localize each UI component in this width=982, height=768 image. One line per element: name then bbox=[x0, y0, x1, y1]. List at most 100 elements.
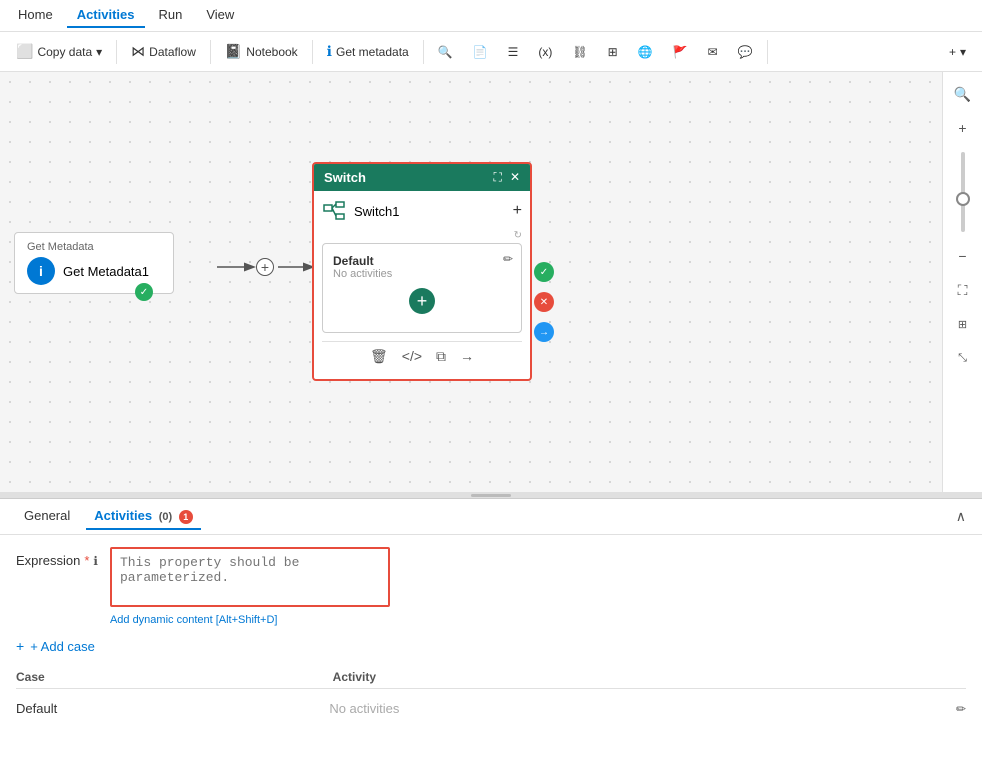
info-activity-icon: i bbox=[27, 257, 55, 285]
menu-run[interactable]: Run bbox=[149, 3, 193, 28]
tab-activities-label: Activities bbox=[94, 508, 152, 523]
switch-header: Switch ⛶ ✕ bbox=[314, 164, 530, 191]
expression-row: Expression * ℹ Add dynamic content [Alt+… bbox=[16, 547, 966, 626]
flag-icon: 🚩 bbox=[673, 45, 688, 59]
expression-hint: Add dynamic content [Alt+Shift+D] bbox=[110, 614, 966, 626]
fail-connector[interactable]: ✕ bbox=[534, 292, 554, 312]
close-switch-icon[interactable]: ✕ bbox=[510, 170, 520, 185]
menu-bar: Home Activities Run View bbox=[0, 0, 982, 32]
tab-activities-count: (0) bbox=[156, 511, 173, 523]
tab-activities[interactable]: Activities (0) 1 bbox=[86, 504, 201, 530]
globe-button[interactable]: 🌐 bbox=[630, 41, 661, 63]
switch-body: Switch1 + ↻ Default No activities ✏ + 🗑 bbox=[314, 191, 530, 379]
var-button[interactable]: ⊞ bbox=[600, 41, 626, 63]
bottom-content: Expression * ℹ Add dynamic content [Alt+… bbox=[0, 535, 982, 768]
add-activity-btn[interactable]: + bbox=[409, 288, 435, 314]
copy-switch-icon[interactable]: ⧉ bbox=[436, 348, 446, 365]
snippets-button[interactable]: 📄 bbox=[465, 41, 496, 63]
collapse-all-button[interactable]: ⤡ bbox=[949, 344, 977, 372]
canvas[interactable]: Get Metadata i Get Metadata1 ✓ + Switch … bbox=[0, 72, 982, 492]
node-title: Get Metadata bbox=[27, 241, 161, 253]
more-button[interactable]: + ▾ bbox=[941, 41, 974, 63]
case-edit-icon[interactable]: ✏ bbox=[503, 252, 513, 266]
get-metadata-button[interactable]: ℹ Get metadata bbox=[319, 39, 417, 64]
zoom-in-button[interactable]: + bbox=[949, 114, 977, 142]
menu-activities[interactable]: Activities bbox=[67, 3, 145, 28]
success-connector[interactable]: ✓ bbox=[534, 262, 554, 282]
switch-container[interactable]: Switch ⛶ ✕ bbox=[312, 162, 532, 381]
copy-data-icon: ⬜ bbox=[16, 43, 33, 60]
node-activity-label: Get Metadata1 bbox=[63, 264, 149, 279]
switch-header-icons: ⛶ ✕ bbox=[494, 170, 520, 185]
side-connectors: ✓ ✕ → bbox=[534, 262, 554, 342]
dataflow-icon: ⋈ bbox=[131, 43, 145, 60]
add-case-row[interactable]: + + Add case bbox=[16, 638, 966, 654]
arrange-button[interactable]: ⊞ bbox=[949, 310, 977, 338]
copy-data-dropdown-icon: ▾ bbox=[96, 45, 102, 59]
bottom-panel: General Activities (0) 1 ∧ Expression * … bbox=[0, 498, 982, 768]
teams-icon: 💬 bbox=[738, 45, 753, 59]
expand-switch-icon[interactable]: ⛶ bbox=[494, 170, 502, 185]
expression-control: Add dynamic content [Alt+Shift+D] bbox=[110, 547, 966, 626]
resize-handle-indicator bbox=[471, 494, 511, 497]
plus-connector[interactable]: + bbox=[256, 258, 274, 276]
zoom-out-button[interactable]: − bbox=[949, 242, 977, 270]
get-metadata-label: Get metadata bbox=[336, 45, 409, 59]
go-switch-icon[interactable]: → bbox=[460, 348, 474, 365]
globe-icon: 🌐 bbox=[638, 45, 653, 59]
var-icon: ⊞ bbox=[608, 45, 618, 59]
lines-icon: ☰ bbox=[508, 45, 519, 59]
add-case-plus[interactable]: + bbox=[513, 202, 522, 220]
dataflow-label: Dataflow bbox=[149, 45, 196, 59]
menu-home[interactable]: Home bbox=[8, 3, 63, 28]
expression-info-icon[interactable]: ℹ bbox=[93, 554, 98, 568]
flag-button[interactable]: 🚩 bbox=[665, 41, 696, 63]
add-case-label: + Add case bbox=[30, 639, 95, 654]
col-header-activity: Activity bbox=[333, 670, 966, 684]
lines-button[interactable]: ☰ bbox=[500, 41, 527, 63]
completion-connector[interactable]: → bbox=[534, 322, 554, 342]
add-case-plus-icon: + bbox=[16, 638, 24, 654]
notebook-button[interactable]: 📓 Notebook bbox=[217, 39, 306, 64]
menu-view[interactable]: View bbox=[196, 3, 244, 28]
toolbar-divider-1 bbox=[116, 40, 117, 64]
snippets-icon: 📄 bbox=[473, 45, 488, 59]
delete-switch-icon[interactable]: 🗑 bbox=[370, 348, 388, 365]
fit-view-button[interactable]: ⛶ bbox=[949, 276, 977, 304]
switch-instance-label: Switch1 bbox=[354, 204, 400, 219]
copy-data-label: Copy data bbox=[37, 45, 92, 59]
search-toolbar-icon: 🔍 bbox=[438, 45, 453, 59]
search-toolbar-button[interactable]: 🔍 bbox=[430, 41, 461, 63]
case-row-edit-icon[interactable]: ✏ bbox=[956, 702, 966, 716]
switch-activity-icon bbox=[322, 199, 346, 223]
node-body: i Get Metadata1 bbox=[27, 257, 161, 285]
switch-bottom-toolbar: 🗑 </> ⧉ → bbox=[322, 341, 522, 371]
zoom-slider-thumb[interactable] bbox=[956, 192, 970, 206]
no-activities-label: No activities bbox=[333, 268, 511, 280]
tab-general[interactable]: General bbox=[16, 504, 78, 529]
more-icon: + bbox=[949, 45, 956, 59]
dataflow-button[interactable]: ⋈ Dataflow bbox=[123, 39, 204, 64]
switch-title: Switch bbox=[324, 170, 366, 185]
outlook-button[interactable]: ✉ bbox=[700, 41, 726, 63]
connect-button[interactable]: ⛓ bbox=[564, 41, 595, 63]
teams-button[interactable]: 💬 bbox=[730, 41, 761, 63]
code-switch-icon[interactable]: </> bbox=[402, 348, 422, 365]
collapse-panel-button[interactable]: ∧ bbox=[956, 508, 966, 525]
toolbar-divider-4 bbox=[423, 40, 424, 64]
search-canvas-button[interactable]: 🔍 bbox=[949, 80, 977, 108]
expression-icon: (x) bbox=[538, 45, 552, 59]
notebook-icon: 📓 bbox=[225, 43, 242, 60]
default-case-label: Default bbox=[333, 254, 511, 268]
case-table-header: Case Activity bbox=[16, 666, 966, 689]
default-case-box[interactable]: Default No activities ✏ + bbox=[322, 243, 522, 333]
expression-textarea[interactable] bbox=[110, 547, 390, 607]
toolbar-divider-3 bbox=[312, 40, 313, 64]
get-metadata-node[interactable]: Get Metadata i Get Metadata1 ✓ bbox=[14, 232, 174, 294]
outlook-icon: ✉ bbox=[708, 45, 718, 59]
expression-button[interactable]: (x) bbox=[530, 41, 560, 63]
copy-data-button[interactable]: ⬜ Copy data ▾ bbox=[8, 39, 110, 64]
get-metadata-icon: ℹ bbox=[327, 43, 332, 60]
main-area: Get Metadata i Get Metadata1 ✓ + Switch … bbox=[0, 72, 982, 492]
success-badge: ✓ bbox=[135, 283, 153, 301]
